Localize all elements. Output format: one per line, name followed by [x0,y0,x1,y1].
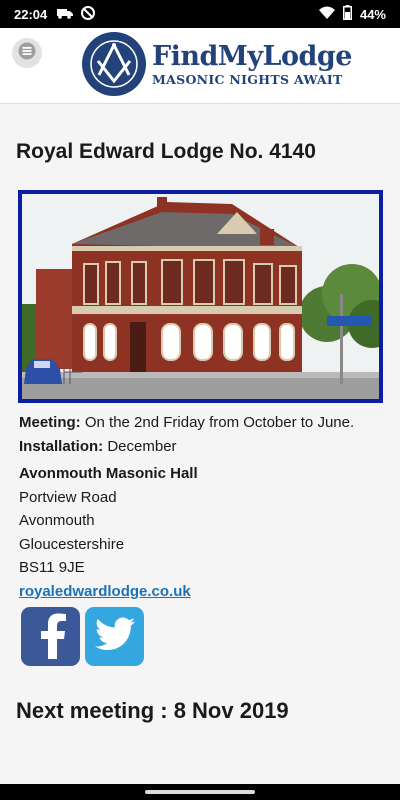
app-header: FindMyLodge MASONIC NIGHTS AWAIT [0,28,400,104]
wifi-icon [318,6,335,22]
status-bar: 22:04 44% [0,0,400,28]
logo-title: FindMyLodge [152,40,352,72]
address-postcode: BS11 9JE [19,559,85,576]
installation-value: December [107,437,177,455]
meeting-row: Meeting: On the 2nd Friday from October … [19,411,389,435]
website-link[interactable]: royaledwardlodge.co.uk [19,583,191,600]
menu-icon [18,42,36,65]
lodge-title: Royal Edward Lodge No. 4140 [16,140,316,163]
system-nav-bar [0,784,400,800]
battery-icon [342,5,352,23]
address-line: Portview Road [19,488,117,506]
logo-tagline: MASONIC NIGHTS AWAIT [152,71,343,87]
lodge-photo [18,190,383,403]
installation-label: Installation: [19,437,104,455]
meeting-label: Meeting: [19,414,81,431]
facebook-icon [31,609,71,664]
twitter-button[interactable] [85,607,144,666]
hall-name: Avonmouth Masonic Hall [19,465,198,482]
app-logo[interactable]: FindMyLodge MASONIC NIGHTS AWAIT [82,32,352,96]
truck-icon [57,7,74,22]
next-meeting: Next meeting : 8 Nov 2019 [16,698,289,723]
status-time: 22:04 [14,6,48,22]
address-line: Gloucestershire [19,535,125,553]
facebook-button[interactable] [21,607,80,666]
masonic-emblem-icon [82,32,146,96]
twitter-icon [94,617,135,656]
do-not-disturb-icon [81,5,96,23]
menu-button[interactable] [12,38,42,68]
home-gesture-handle[interactable] [145,790,255,794]
address-line: Avonmouth [19,512,95,529]
social-links [21,607,144,666]
lodge-info: Meeting: On the 2nd Friday from October … [19,411,389,603]
installation-row: Installation: December [19,435,389,459]
meeting-value: On the 2nd Friday from October to June. [84,414,355,431]
battery-percent: 44% [359,6,386,22]
